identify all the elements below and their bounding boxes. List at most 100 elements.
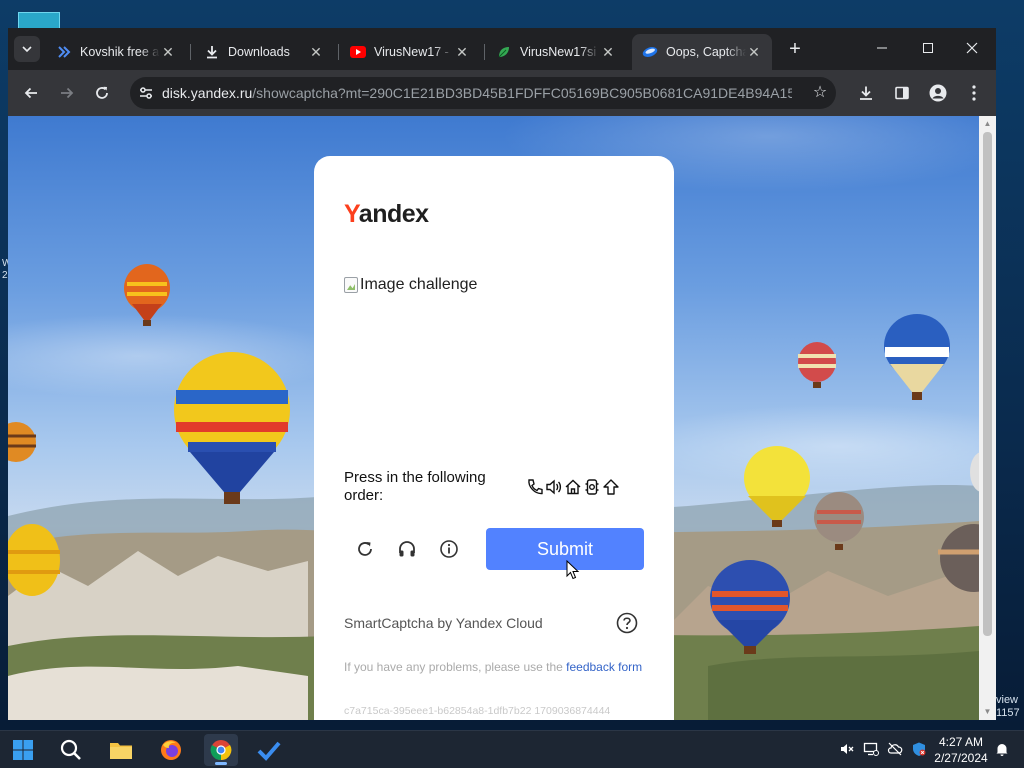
balloon-image <box>938 524 979 592</box>
balloon-image <box>814 492 864 550</box>
close-icon[interactable]: ✕ <box>160 44 176 61</box>
file-explorer-button[interactable] <box>104 734 138 766</box>
captcha-card: Yandex Image challenge Press in the foll… <box>314 156 674 720</box>
order-instruction: Press in the following order: <box>344 469 486 504</box>
arrow-right-icon <box>61 87 74 99</box>
tab-search-button[interactable] <box>14 36 40 62</box>
windows-logo-icon <box>13 740 33 760</box>
chevron-down-icon <box>22 46 32 53</box>
feedback-form-link[interactable]: feedback form <box>566 660 642 674</box>
info-button[interactable] <box>436 536 462 562</box>
tray-security-icon[interactable] <box>910 740 928 758</box>
provider-label: SmartCaptcha by Yandex Cloud <box>344 615 543 631</box>
checkmark-icon <box>257 741 281 761</box>
reload-button[interactable] <box>89 80 115 106</box>
balloon-image <box>174 352 290 504</box>
broken-image-icon <box>344 277 358 293</box>
new-tab-button[interactable]: + <box>782 38 808 62</box>
headphones-icon <box>399 541 415 557</box>
image-challenge-alt: Image challenge <box>360 276 478 293</box>
side-panel-button[interactable] <box>889 80 915 106</box>
close-icon[interactable]: ✕ <box>746 44 762 61</box>
address-bar[interactable]: disk.yandex.ru/showcaptcha?mt=290C1E21BD… <box>130 77 836 109</box>
scrollbar-thumb[interactable] <box>983 132 992 636</box>
url-text: disk.yandex.ru/showcaptcha?mt=290C1E21BD… <box>162 85 792 101</box>
taskbar: 4:27 AM 2/27/2024 <box>0 730 1024 768</box>
request-id: c7a715ca-395eee1-b62854a8-1dfb7b22 17090… <box>344 705 611 717</box>
browser-window: Kovshik free a ✕ Downloads ✕ VirusNew17 … <box>8 28 996 720</box>
chrome-icon <box>210 740 232 761</box>
problems-prefix: If you have any problems, please use the <box>344 660 567 674</box>
mouse-cursor-icon <box>566 560 580 580</box>
close-icon[interactable]: ✕ <box>454 44 470 61</box>
tray-mute-icon[interactable] <box>838 740 856 758</box>
tab-virusnew17-youtube[interactable]: VirusNew17 - ✕ <box>340 34 480 70</box>
gear-icon <box>585 479 599 495</box>
tab-kovshik[interactable]: Kovshik free a ✕ <box>46 34 186 70</box>
maximize-icon <box>923 43 933 53</box>
back-button[interactable] <box>18 80 44 106</box>
image-challenge[interactable]: Image challenge <box>344 276 477 294</box>
refresh-icon <box>358 542 372 556</box>
search-icon <box>60 739 81 760</box>
tab-oops-captcha[interactable]: Oops, Captcha ✕ <box>632 34 772 70</box>
clock-date: 2/27/2024 <box>934 751 988 765</box>
tab-title: VirusNew17 - <box>374 45 449 59</box>
page-background: Yandex Image challenge Press in the foll… <box>8 116 979 720</box>
download-icon <box>860 86 872 100</box>
taskbar-clock[interactable]: 4:27 AM 2/27/2024 <box>931 734 991 766</box>
balloon-image <box>8 524 60 596</box>
tray-cloud-off-icon[interactable] <box>886 740 904 758</box>
tray-display-icon[interactable] <box>862 740 880 758</box>
start-button[interactable] <box>6 734 40 766</box>
logo-y: Y <box>344 200 359 228</box>
problems-text: If you have any problems, please use the… <box>344 659 644 675</box>
bookmark-star-icon[interactable]: ☆ <box>810 83 830 103</box>
clock-time: 4:27 AM <box>938 735 984 749</box>
yandex-logo: Yandex <box>344 200 429 229</box>
submit-button[interactable]: Submit <box>486 528 644 570</box>
scroll-down-arrow-icon[interactable]: ▼ <box>979 706 996 718</box>
downloads-button[interactable] <box>853 80 879 106</box>
refresh-button[interactable] <box>352 536 378 562</box>
chevron-double-icon <box>56 44 72 60</box>
minimize-icon <box>877 47 887 49</box>
arrow-left-icon <box>24 87 37 99</box>
chrome-button[interactable] <box>204 734 238 766</box>
tab-title: Downloads <box>228 45 290 59</box>
maximize-button[interactable] <box>906 34 950 62</box>
close-icon[interactable]: ✕ <box>600 44 616 61</box>
tab-title: Kovshik free a <box>80 45 160 59</box>
browser-toolbar: disk.yandex.ru/showcaptcha?mt=290C1E21BD… <box>8 70 996 116</box>
minimize-button[interactable] <box>860 34 904 62</box>
youtube-icon <box>350 44 366 60</box>
arrow-up-icon <box>603 479 619 495</box>
tab-downloads[interactable]: Downloads ✕ <box>194 34 334 70</box>
firefox-button[interactable] <box>154 734 188 766</box>
scroll-up-arrow-icon[interactable]: ▲ <box>979 118 996 130</box>
close-window-button[interactable] <box>950 34 994 62</box>
tab-bar: Kovshik free a ✕ Downloads ✕ VirusNew17 … <box>8 28 996 70</box>
close-icon[interactable]: ✕ <box>308 44 324 61</box>
info-icon <box>440 540 458 558</box>
logo-rest: andex <box>358 200 429 228</box>
menu-button[interactable] <box>961 80 987 106</box>
balloon-image <box>744 446 810 527</box>
url-host: disk.yandex.ru <box>162 85 253 101</box>
download-icon <box>204 44 220 60</box>
forward-button[interactable] <box>54 80 80 106</box>
page-scrollbar[interactable]: ▲ ▼ <box>979 116 996 720</box>
kebab-menu-icon <box>972 85 976 101</box>
notification-bell-icon[interactable] <box>993 740 1011 758</box>
tab-virusnew17-site[interactable]: VirusNew17si ✕ <box>486 34 626 70</box>
todo-app-button[interactable] <box>252 734 286 766</box>
tab-title: VirusNew17si <box>520 45 597 59</box>
search-button[interactable] <box>54 734 88 766</box>
help-icon[interactable] <box>616 612 638 634</box>
balloon-image <box>798 342 836 388</box>
profile-button[interactable] <box>925 80 951 106</box>
site-info-icon[interactable] <box>130 77 162 109</box>
folder-icon <box>110 743 132 759</box>
audio-challenge-button[interactable] <box>394 536 420 562</box>
balloon-image <box>8 422 36 462</box>
